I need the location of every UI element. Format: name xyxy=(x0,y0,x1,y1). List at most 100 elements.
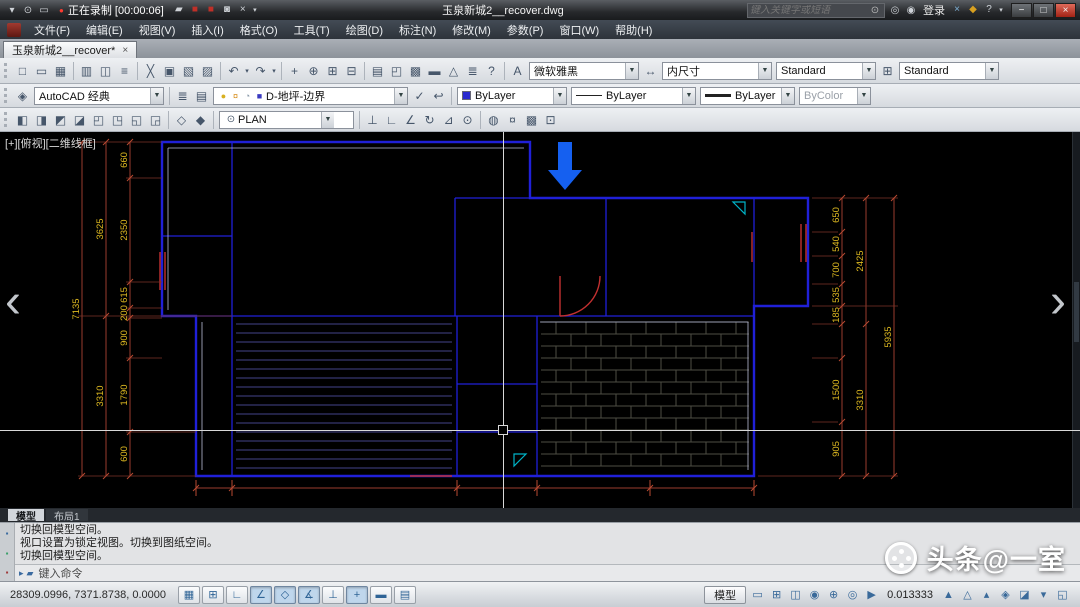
menu-item-8[interactable]: 修改(M) xyxy=(444,20,499,39)
ucs-previous-icon[interactable]: ⊿ xyxy=(439,110,458,129)
toolbar-grip[interactable] xyxy=(4,63,9,78)
zoom-status-icon[interactable]: ⊕ xyxy=(824,586,843,604)
polar-toggle[interactable]: ∠ xyxy=(250,586,272,604)
chevron-down-icon[interactable]: ▼ xyxy=(553,88,566,104)
cmd-input-edit-icon[interactable]: ▰ xyxy=(27,568,34,579)
layout-tab-1[interactable]: 布局1 xyxy=(46,509,88,521)
annotation-scale-icon[interactable]: ▲ xyxy=(939,586,958,604)
dim-style-select[interactable]: 内尺寸 ▼ xyxy=(662,62,772,80)
snap-toggle[interactable]: ▦ xyxy=(178,586,200,604)
publish-icon[interactable]: ≡ xyxy=(115,61,134,80)
ucs-z-axis-icon[interactable]: ∠ xyxy=(401,110,420,129)
toolbar-grip[interactable] xyxy=(4,112,9,127)
table-style-select[interactable]: Standard ▼ xyxy=(899,62,999,80)
ucs-origin-icon[interactable]: ∟ xyxy=(382,110,401,129)
plot-icon[interactable]: ▥ xyxy=(77,61,96,80)
view-back-icon[interactable]: ◲ xyxy=(146,110,165,129)
chevron-down-icon[interactable]: ▼ xyxy=(150,88,163,104)
zoom-previous-icon[interactable]: ⊟ xyxy=(342,61,361,80)
isometric-sw-icon[interactable]: ◇ xyxy=(172,110,191,129)
cart-icon[interactable]: ◆ xyxy=(965,2,981,18)
drawing-viewport[interactable]: [+][俯视][二维线框] xyxy=(0,132,1080,508)
copy-icon[interactable]: ▣ xyxy=(160,61,179,80)
menu-item-1[interactable]: 编辑(E) xyxy=(78,20,131,39)
status-tray-icon[interactable]: ▾ xyxy=(1034,586,1053,604)
chevron-down-icon[interactable]: ▼ xyxy=(682,88,695,104)
workspace-switching-icon[interactable]: ◈ xyxy=(996,586,1015,604)
paste-icon[interactable]: ▧ xyxy=(179,61,198,80)
menu-item-9[interactable]: 参数(P) xyxy=(499,20,552,39)
quickview-drawings-icon[interactable]: ◫ xyxy=(786,586,805,604)
next-image-arrow[interactable]: › xyxy=(1050,278,1066,326)
document-tab[interactable]: 玉泉新城2__recover* × xyxy=(3,41,137,58)
chevron-down-icon[interactable]: ▼ xyxy=(394,88,407,104)
color-select[interactable]: ByLayer ▼ xyxy=(457,87,567,105)
ucs-rotate-icon[interactable]: ↻ xyxy=(420,110,439,129)
zoom-realtime-icon[interactable]: ⊕ xyxy=(304,61,323,80)
redo-icon[interactable]: ↷ xyxy=(251,61,270,80)
login-link[interactable]: 登录 xyxy=(923,2,945,18)
text-style-select[interactable]: Standard ▼ xyxy=(776,62,876,80)
chevron-down-icon[interactable]: ▼ xyxy=(625,63,638,79)
clean-screen-icon[interactable]: ◱ xyxy=(1053,586,1072,604)
pencil-icon[interactable]: ▰ xyxy=(171,2,187,18)
make-layer-current-icon[interactable]: ✓ xyxy=(410,86,429,105)
annotation-visibility-icon[interactable]: △ xyxy=(958,586,977,604)
view-top-icon[interactable]: ◩ xyxy=(51,110,70,129)
help-menu-icon[interactable]: ▾ xyxy=(997,2,1005,18)
pause-record-icon[interactable]: ■ xyxy=(187,2,203,18)
prev-image-arrow[interactable]: ‹ xyxy=(5,278,21,326)
new-window-icon[interactable]: ▭ xyxy=(36,2,52,18)
autoadd-scale-icon[interactable]: ▴ xyxy=(977,586,996,604)
quickcalc-icon[interactable]: ≣ xyxy=(463,61,482,80)
render-icon[interactable]: ◍ xyxy=(484,110,503,129)
save-icon[interactable]: ▦ xyxy=(51,61,70,80)
undo-menu-icon[interactable]: ▾ xyxy=(243,61,251,80)
maximize-button[interactable]: □ xyxy=(1033,3,1054,18)
designcenter-icon[interactable]: ◰ xyxy=(387,61,406,80)
view-name-combo[interactable]: ⊙ ▼ xyxy=(219,111,354,129)
menu-item-4[interactable]: 格式(O) xyxy=(232,20,286,39)
menu-item-0[interactable]: 文件(F) xyxy=(26,20,78,39)
otrack-toggle[interactable]: ∡ xyxy=(298,586,320,604)
menu-item-2[interactable]: 视图(V) xyxy=(131,20,184,39)
record-menu-icon[interactable]: ▾ xyxy=(251,2,259,18)
linetype-select[interactable]: ByLayer ▼ xyxy=(571,87,696,105)
menu-item-6[interactable]: 绘图(D) xyxy=(338,20,391,39)
lwt-toggle[interactable]: ▬ xyxy=(370,586,392,604)
qp-toggle[interactable]: ▤ xyxy=(394,586,416,604)
show-motion-icon[interactable]: ▶ xyxy=(862,586,881,604)
grid-toggle[interactable]: ⊞ xyxy=(202,586,224,604)
markup-icon[interactable]: △ xyxy=(444,61,463,80)
vertical-scrollbar[interactable] xyxy=(1072,132,1080,508)
cmd-input-arrow-icon[interactable]: ▸ xyxy=(19,568,24,579)
tab-close-icon[interactable]: × xyxy=(122,45,128,56)
dyn-toggle[interactable]: + xyxy=(346,586,368,604)
toolbar-lock-icon[interactable]: ◪ xyxy=(1015,586,1034,604)
cut-icon[interactable]: ╳ xyxy=(141,61,160,80)
view-right-icon[interactable]: ◳ xyxy=(108,110,127,129)
match-properties-icon[interactable]: ▨ xyxy=(198,61,217,80)
app-menu-icon[interactable]: ▾ xyxy=(4,2,20,18)
mapping-icon[interactable]: ⊡ xyxy=(541,110,560,129)
materials-icon[interactable]: ▩ xyxy=(522,110,541,129)
menu-item-11[interactable]: 帮助(H) xyxy=(607,20,660,39)
redo-menu-icon[interactable]: ▾ xyxy=(270,61,278,80)
command-prompt-text[interactable]: 键入命令 xyxy=(38,565,82,581)
exchange-icon[interactable]: ◎ xyxy=(887,2,903,18)
app-logo-icon[interactable] xyxy=(7,23,21,37)
qnew-icon[interactable]: □ xyxy=(13,61,32,80)
pan-status-icon[interactable]: ◉ xyxy=(805,586,824,604)
zoom-window-icon[interactable]: ⊞ xyxy=(323,61,342,80)
lineweight-select[interactable]: ByLayer ▼ xyxy=(700,87,795,105)
isometric-se-icon[interactable]: ◆ xyxy=(191,110,210,129)
coordinate-display[interactable]: 28309.0996, 7371.8738, 0.0000 xyxy=(4,587,176,603)
layer-previous-icon[interactable]: ↩ xyxy=(429,86,448,105)
person-icon[interactable]: ◉ xyxy=(903,2,919,18)
workspace-select[interactable]: AutoCAD 经典 ▼ xyxy=(34,87,164,105)
undo-icon[interactable]: ↶ xyxy=(224,61,243,80)
osnap-toggle[interactable]: ◇ xyxy=(274,586,296,604)
view-left-icon[interactable]: ◰ xyxy=(89,110,108,129)
camera-icon[interactable]: ◙ xyxy=(219,2,235,18)
viewport-controls-label[interactable]: [+][俯视][二维线框] xyxy=(5,135,96,151)
